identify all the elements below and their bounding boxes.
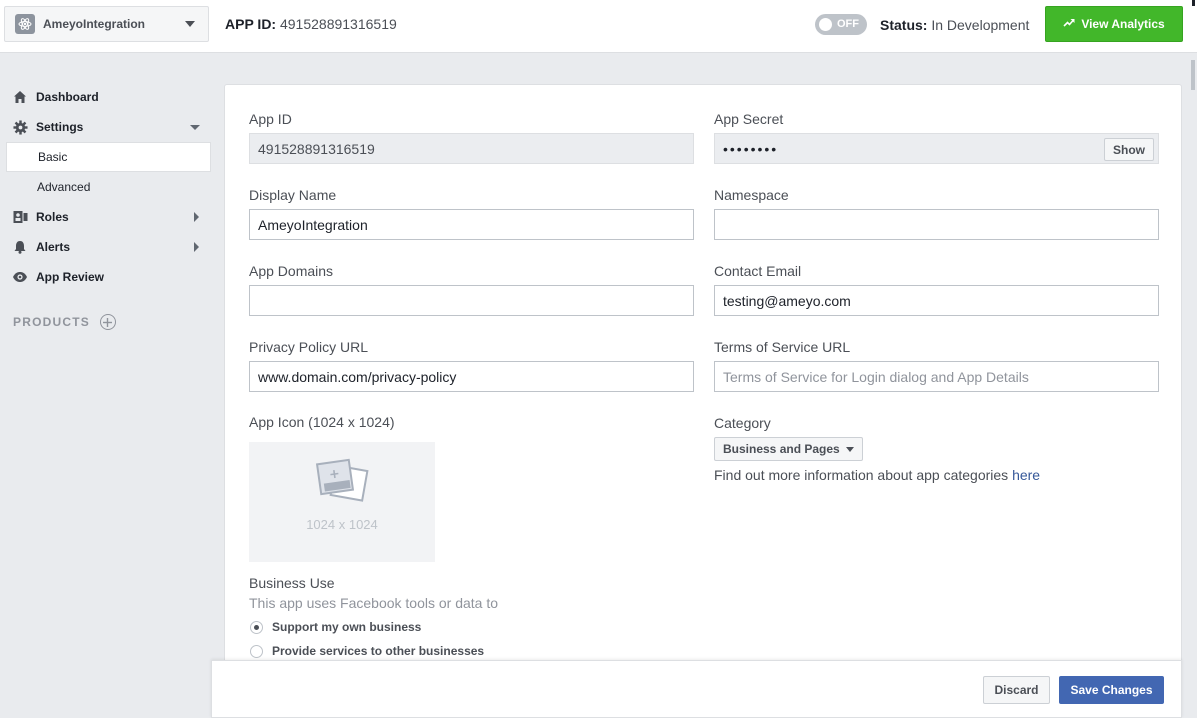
namespace-input[interactable] (714, 209, 1159, 240)
add-product-icon[interactable] (99, 314, 116, 330)
sidebar-item-roles[interactable]: Roles (0, 202, 212, 232)
category-label: Category (714, 415, 771, 431)
sidebar-item-label: Advanced (37, 180, 91, 194)
chevron-right-icon (194, 212, 199, 222)
home-icon (12, 89, 28, 105)
radio-other-businesses[interactable]: Provide services to other businesses (250, 644, 484, 658)
save-footer-bar: Discard Save Changes (211, 660, 1182, 718)
sidebar-item-label: Settings (36, 120, 84, 134)
save-changes-button[interactable]: Save Changes (1059, 676, 1164, 704)
radio-button[interactable] (250, 644, 263, 658)
category-selected: Business and Pages (723, 442, 840, 456)
category-info-link[interactable]: here (1012, 467, 1040, 483)
radio-dot (254, 624, 259, 630)
sidebar: Dashboard Settings Basic Advanced Roles … (0, 82, 212, 330)
chevron-down-icon (845, 446, 854, 452)
scrollbar[interactable] (1191, 60, 1195, 90)
display-name-value: AmeyoIntegration (258, 216, 368, 233)
terms-url-placeholder: Terms of Service for Login dialog and Ap… (723, 368, 1029, 385)
radio-button-selected[interactable] (250, 620, 263, 634)
radio-own-business[interactable]: Support my own business (250, 620, 421, 634)
app-id-field: 491528891316519 (249, 133, 694, 164)
eye-icon (12, 269, 28, 285)
toggle-knob (819, 18, 832, 31)
contact-email-input[interactable]: testing@ameyo.com (714, 285, 1159, 316)
app-name: AmeyoIntegration (43, 17, 146, 31)
status-label: Status: (880, 17, 928, 33)
window-corner (1192, 0, 1195, 6)
status-value: In Development (931, 17, 1030, 33)
show-secret-button[interactable]: Show (1104, 138, 1154, 161)
app-secret-label: App Secret (714, 111, 784, 127)
app-domains-input[interactable] (249, 285, 694, 316)
chevron-down-icon (185, 21, 195, 27)
app-id-field-label: App ID (249, 111, 292, 127)
namespace-label: Namespace (714, 187, 789, 203)
basic-settings-panel: App ID 491528891316519 App Secret ••••••… (224, 84, 1182, 718)
display-name-input[interactable]: AmeyoIntegration (249, 209, 694, 240)
chevron-right-icon (194, 242, 199, 252)
app-domains-label: App Domains (249, 263, 334, 279)
privacy-policy-label: Privacy Policy URL (249, 339, 369, 355)
app-id-display: APP ID: 491528891316519 (225, 16, 397, 32)
roles-icon (12, 209, 28, 225)
view-analytics-label: View Analytics (1081, 17, 1165, 31)
products-label: PRODUCTS (13, 315, 90, 329)
sidebar-item-label: Basic (38, 150, 68, 164)
trend-up-icon (1063, 17, 1075, 31)
chevron-down-icon (190, 125, 200, 130)
sidebar-item-app-review[interactable]: App Review (0, 262, 212, 292)
privacy-policy-input[interactable]: www.domain.com/privacy-policy (249, 361, 694, 392)
products-section: PRODUCTS (0, 314, 212, 330)
app-icon-upload[interactable]: 1024 x 1024 (249, 442, 435, 562)
discard-button[interactable]: Discard (983, 676, 1050, 704)
contact-email-label: Contact Email (714, 263, 802, 279)
category-info-text: Find out more information about app cate… (714, 467, 1009, 483)
terms-url-label: Terms of Service URL (714, 339, 851, 355)
display-name-label: Display Name (249, 187, 337, 203)
sidebar-item-alerts[interactable]: Alerts (0, 232, 212, 262)
sidebar-item-label: App Review (36, 270, 105, 284)
sidebar-item-label: Alerts (36, 240, 71, 254)
category-info: Find out more information about app cate… (714, 467, 1040, 483)
sidebar-item-label: Roles (36, 210, 69, 224)
radio-label: Provide services to other businesses (272, 644, 485, 658)
app-icon-size-text: 1024 x 1024 (306, 517, 378, 532)
app-selector-dropdown[interactable]: AmeyoIntegration (4, 6, 209, 42)
app-icon-label: App Icon (1024 x 1024) (249, 414, 395, 430)
sidebar-item-basic[interactable]: Basic (6, 142, 211, 172)
business-use-label: Business Use (249, 575, 335, 591)
terms-url-input[interactable]: Terms of Service for Login dialog and Ap… (714, 361, 1159, 392)
sidebar-item-advanced[interactable]: Advanced (0, 172, 212, 202)
app-id-label: APP ID: (225, 16, 277, 32)
gear-icon (12, 119, 28, 135)
image-placeholder-icon (315, 458, 371, 513)
app-atom-icon (15, 14, 35, 34)
status-display: Status: In Development (880, 17, 1029, 33)
app-id-field-value: 491528891316519 (258, 140, 375, 157)
app-secret-value: •••••••• (723, 140, 779, 157)
sidebar-item-dashboard[interactable]: Dashboard (0, 82, 212, 112)
category-dropdown[interactable]: Business and Pages (714, 437, 863, 461)
contact-email-value: testing@ameyo.com (723, 292, 851, 309)
sidebar-item-label: Dashboard (36, 90, 99, 104)
live-toggle[interactable]: OFF (815, 14, 867, 35)
view-analytics-button[interactable]: View Analytics (1045, 6, 1183, 42)
app-secret-field: •••••••• Show (714, 133, 1159, 164)
app-id-value: 491528891316519 (279, 16, 397, 32)
bell-icon (12, 239, 28, 255)
top-bar: AmeyoIntegration APP ID: 491528891316519… (0, 0, 1197, 53)
toggle-text: OFF (837, 18, 859, 30)
privacy-policy-value: www.domain.com/privacy-policy (258, 368, 457, 385)
sidebar-item-settings[interactable]: Settings (0, 112, 212, 142)
radio-label: Support my own business (272, 620, 422, 634)
business-use-subtext: This app uses Facebook tools or data to (249, 595, 499, 611)
